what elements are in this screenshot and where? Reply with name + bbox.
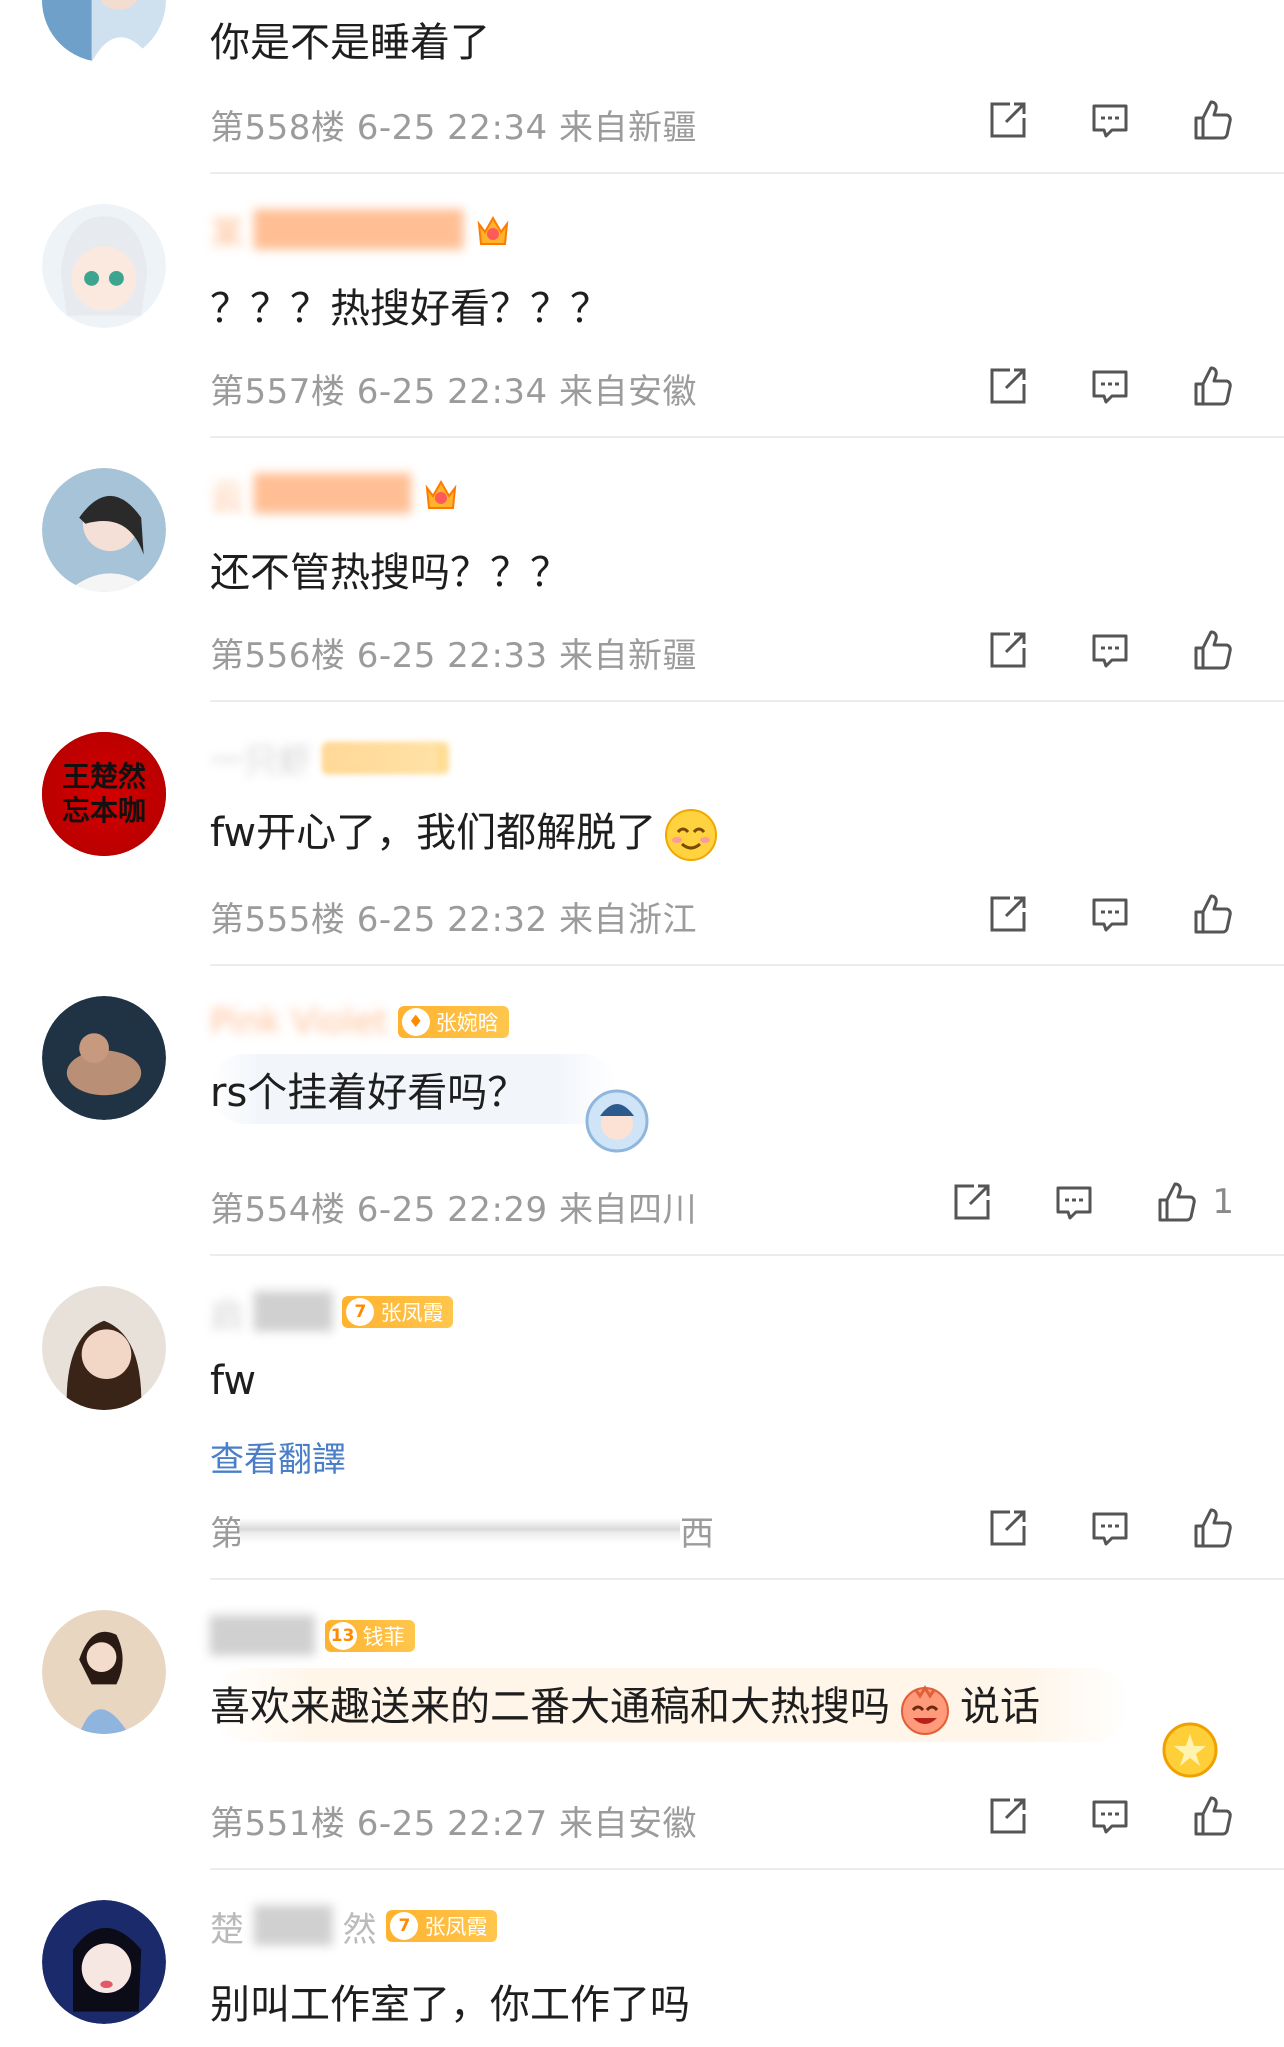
username-blur: ███	[254, 1292, 333, 1332]
username[interactable]: 云	[210, 470, 244, 519]
username[interactable]: Pink Violet	[210, 1002, 388, 1042]
comment-text: fw开心了，我们都解脱了	[210, 800, 718, 862]
comment-text-content: fw开心了，我们都解脱了	[210, 810, 657, 856]
crown-icon	[473, 210, 513, 250]
avatar[interactable]	[42, 996, 166, 1120]
badge-label: 张凤霞	[424, 1915, 488, 1939]
username[interactable]: 启	[210, 1288, 244, 1337]
like-icon[interactable]	[1190, 628, 1234, 672]
comment-text: 你是不是睡着了	[210, 20, 490, 66]
comment-icon[interactable]	[1088, 628, 1132, 672]
divider	[210, 1254, 1284, 1256]
comment-meta: 第551楼 6-25 22:27 来自安徽	[210, 1804, 697, 1844]
forward-icon[interactable]	[986, 892, 1030, 936]
laughing-emoji-icon	[901, 1685, 949, 1735]
divider	[210, 700, 1284, 702]
forward-icon[interactable]	[986, 1794, 1030, 1838]
comment-icon[interactable]	[1088, 1506, 1132, 1550]
fan-badge: 13 钱菲	[324, 1620, 415, 1652]
comment-icon[interactable]	[1088, 98, 1132, 142]
avatar-label-2: 忘本咖	[61, 794, 146, 827]
badge-level: 7	[390, 1912, 419, 1940]
badge-label: 钱菲	[362, 1625, 405, 1649]
avatar[interactable]	[42, 1900, 166, 2024]
comment-meta: 第554楼 6-25 22:29 来自四川	[210, 1190, 697, 1230]
comment-meta: 第555楼 6-25 22:32 来自浙江	[210, 900, 697, 940]
username[interactable]: 某	[210, 206, 244, 255]
divider	[210, 1578, 1284, 1580]
smile-emoji-icon	[665, 809, 718, 861]
comment-text: fw	[210, 1358, 257, 1404]
forward-icon[interactable]	[986, 628, 1030, 672]
username-tail: 然	[342, 1909, 377, 1950]
comment-text: rs个挂着好看吗？	[210, 1054, 618, 1124]
divider	[210, 1868, 1284, 1870]
comment-text: 别叫工作室了，你工作了吗	[210, 1982, 690, 2028]
like-icon[interactable]	[1190, 1794, 1234, 1838]
username-blur: ██████	[254, 474, 411, 514]
comment-text-content: 喜欢来趣送来的二番大通稿和大热搜吗	[210, 1684, 890, 1730]
username[interactable]: 一只虾	[210, 734, 312, 783]
username-blur: ████████	[254, 210, 464, 250]
forward-icon[interactable]	[986, 98, 1030, 142]
fan-badge: 7 张凤霞	[342, 1296, 454, 1328]
comment-icon[interactable]	[1088, 364, 1132, 408]
fan-badge: ░░░░░░░	[322, 742, 450, 774]
divider	[210, 436, 1284, 438]
badge-level: 13	[328, 1622, 357, 1650]
comment-text-tail: 说话	[960, 1684, 1040, 1730]
badge-level: 7	[346, 1298, 375, 1326]
like-icon[interactable]	[1190, 892, 1234, 936]
comment-meta: 第558楼 6-25 22:34 来自新疆	[210, 108, 697, 148]
forward-icon[interactable]	[950, 1180, 994, 1224]
comment-text: 喜欢来趣送来的二番大通稿和大热搜吗 说话	[210, 1668, 1130, 1742]
avatar[interactable]	[42, 204, 166, 328]
crown-icon	[421, 474, 461, 514]
comment-icon[interactable]	[1052, 1180, 1096, 1224]
divider	[210, 964, 1284, 966]
avatar[interactable]	[42, 0, 166, 62]
avatar[interactable]	[42, 1286, 166, 1410]
badge-label: 张凤霞	[380, 1301, 444, 1325]
username-blur[interactable]: ████	[210, 1616, 315, 1656]
comment-meta: 第557楼 6-25 22:34 来自安徽	[210, 372, 697, 412]
comment-meta: 第556楼 6-25 22:33 来自新疆	[210, 636, 697, 676]
like-icon[interactable]	[1154, 1180, 1198, 1224]
bubble-sticker-icon	[585, 1089, 649, 1153]
avatar[interactable]	[42, 468, 166, 592]
redacted-meta	[240, 1518, 680, 1544]
divider	[210, 172, 1284, 174]
forward-icon[interactable]	[986, 1506, 1030, 1550]
like-count: 1	[1212, 1182, 1234, 1222]
avatar-label-1: 王楚然	[61, 760, 146, 793]
like-icon[interactable]	[1190, 1506, 1234, 1550]
star-badge-icon	[1162, 1722, 1218, 1778]
comment-text: ？？？热搜好看？？？	[210, 286, 610, 332]
fan-badge: ♦ 张婉晗	[397, 1006, 509, 1038]
comment-text: 还不管热搜吗？？？	[210, 550, 570, 596]
username[interactable]: 楚	[210, 1902, 244, 1951]
badge-label: 张婉晗	[435, 1011, 499, 1035]
avatar[interactable]	[42, 1610, 166, 1734]
view-translation-link[interactable]: 查看翻譯	[210, 1432, 346, 1481]
like-icon[interactable]	[1190, 364, 1234, 408]
comment-icon[interactable]	[1088, 1794, 1132, 1838]
forward-icon[interactable]	[986, 364, 1030, 408]
avatar[interactable]: 王楚然 忘本咖	[42, 732, 166, 856]
fan-badge: 7 张凤霞	[386, 1910, 498, 1942]
username-blur: ███	[254, 1906, 333, 1946]
comment-meta-suffix: 西	[680, 1514, 715, 1554]
like-icon[interactable]	[1190, 98, 1234, 142]
comment-icon[interactable]	[1088, 892, 1132, 936]
badge-level-icon: ♦	[401, 1008, 430, 1036]
